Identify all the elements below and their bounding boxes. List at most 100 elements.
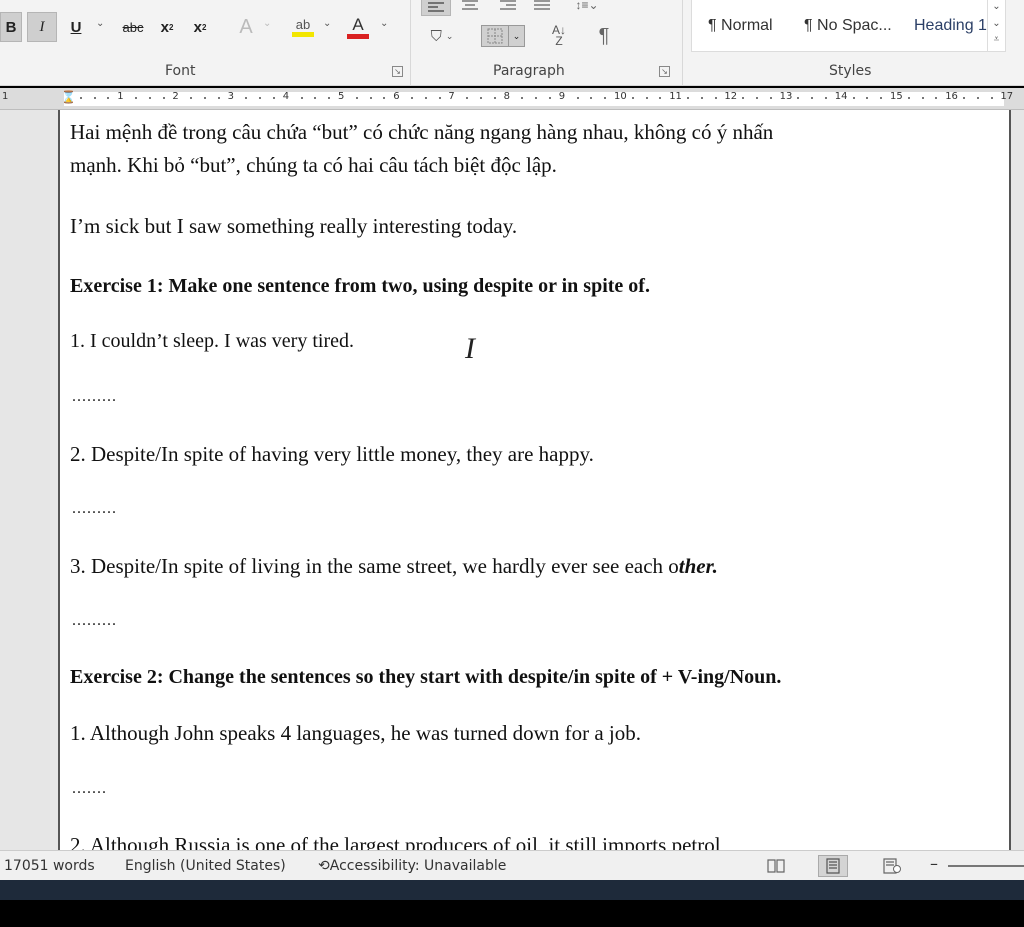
- font-dialog-launcher-icon[interactable]: ↘: [392, 66, 403, 77]
- ruler-text-area: [64, 92, 1004, 106]
- ruler-tick: [880, 97, 883, 99]
- ruler-tick: [300, 97, 303, 99]
- ruler-tick: [314, 97, 317, 99]
- ruler-tick: [438, 97, 441, 99]
- exercise-2-question-1: 1. Although John speaks 4 languages, he …: [70, 721, 641, 745]
- status-bar: 17051 words English (United States) ⟲Acc…: [0, 850, 1024, 880]
- ruler-tick: [797, 97, 800, 99]
- ruler-tick: [921, 97, 924, 99]
- underline-button[interactable]: U: [64, 12, 88, 42]
- justify-icon[interactable]: [529, 0, 555, 14]
- exercise-1-title: Exercise 1: Make one sentence from two, …: [70, 275, 650, 297]
- styles-group-label: Styles: [829, 63, 872, 79]
- highlight-color-swatch: [292, 31, 314, 37]
- font-color-swatch: [347, 33, 369, 39]
- ruler-tick: [990, 97, 993, 99]
- sort-icon[interactable]: A↓ Z: [545, 22, 573, 50]
- paragraph-dialog-launcher-icon[interactable]: ↘: [659, 66, 670, 77]
- zoom-slider[interactable]: [948, 865, 1024, 867]
- shading-icon[interactable]: ⛉ ⌄: [423, 22, 461, 50]
- ruler-tick: [355, 97, 358, 99]
- paragraph-1b: mạnh. Khi bỏ “but”, chúng ta có hai câu …: [70, 153, 557, 177]
- accessibility-icon: ⟲: [318, 858, 330, 874]
- ruler-tick: [162, 97, 165, 99]
- font-color-dropdown-icon[interactable]: ⌄: [380, 18, 388, 29]
- accessibility-status[interactable]: ⟲Accessibility: Unavailable: [318, 858, 506, 874]
- indent-marker-icon[interactable]: ⌛: [61, 90, 76, 104]
- ruler-tick: [576, 97, 579, 99]
- styles-scroll-down-icon[interactable]: ⌄: [988, 14, 1005, 34]
- ruler-number: 15: [890, 91, 903, 102]
- document-page[interactable]: Hai mệnh đề trong câu chứa “but” có chức…: [58, 110, 1011, 850]
- ruler-number: 17: [1000, 91, 1014, 102]
- document-area[interactable]: Hai mệnh đề trong câu chứa “but” có chức…: [0, 110, 1024, 850]
- ruler-tick: [521, 97, 524, 99]
- text-effects-dropdown-icon[interactable]: ⌄: [263, 18, 271, 29]
- ruler-tick: [424, 97, 427, 99]
- strikethrough-button[interactable]: abc: [116, 12, 150, 42]
- align-right-icon[interactable]: [495, 0, 521, 14]
- styles-more-icon[interactable]: ⩡: [988, 34, 1005, 50]
- ruler-tick: [190, 97, 193, 99]
- align-left-icon[interactable]: [421, 0, 451, 16]
- ruler-tick: [700, 97, 703, 99]
- ruler-tick: [480, 97, 482, 99]
- read-mode-icon[interactable]: [764, 855, 788, 877]
- text-effects-button[interactable]: A: [232, 12, 260, 42]
- ruler-tick: [107, 97, 110, 99]
- ruler-tick: [328, 97, 331, 99]
- highlight-dropdown-icon[interactable]: ⌄: [323, 18, 331, 29]
- font-group: B I U ⌄ abc x2 x2 A ⌄ ab ⌄ A ⌄ Font ↘: [0, 0, 410, 86]
- horizontal-ruler[interactable]: ⌛ 1 1 2 3 4 5 6 7 8 9 10 11 12 13 14 15 16 17: [0, 88, 1024, 110]
- align-center-icon[interactable]: [457, 0, 483, 14]
- ruler-number: 11: [669, 91, 682, 102]
- exercise-1-answer-2: .........: [72, 500, 117, 517]
- ruler-number: 13: [779, 91, 793, 102]
- language-indicator[interactable]: English (United States): [125, 858, 286, 874]
- font-color-button[interactable]: A: [342, 12, 374, 42]
- ruler-number: 14: [834, 91, 848, 102]
- web-layout-icon[interactable]: [880, 855, 904, 877]
- styles-group: ¶ Normal ¶ No Spac... Heading 1 ⌄ ⌄ ⩡ St…: [682, 0, 1024, 86]
- ruler-tick: [756, 97, 758, 99]
- ruler-tick: [811, 97, 814, 99]
- ruler-tick: [273, 97, 275, 99]
- style-no-spacing[interactable]: ¶ No Spac...: [804, 17, 892, 35]
- superscript-button[interactable]: x2: [186, 12, 214, 42]
- style-heading-1[interactable]: Heading 1: [914, 17, 987, 35]
- subscript-button[interactable]: x2: [154, 12, 180, 42]
- ruler-tick: [369, 97, 372, 99]
- taskbar: [0, 880, 1024, 900]
- ruler-tick: [631, 97, 634, 99]
- bold-button[interactable]: B: [0, 12, 22, 42]
- exercise-2-question-2: 2. Although Russia is one of the largest…: [70, 833, 721, 850]
- ruler-tick: [259, 97, 262, 99]
- exercise-1-question-2: 2. Despite/In spite of having very littl…: [70, 442, 594, 466]
- underline-dropdown-icon[interactable]: ⌄: [96, 18, 104, 29]
- ruler-tick: [714, 97, 717, 99]
- line-spacing-icon[interactable]: ↕≡⌄: [573, 0, 601, 14]
- word-count[interactable]: 17051 words: [4, 858, 95, 874]
- ruler-tick: [866, 97, 869, 99]
- zoom-out-icon[interactable]: –: [930, 854, 938, 873]
- ruler-number: 12: [724, 91, 738, 102]
- ruler-number: 5: [338, 91, 345, 102]
- ruler-tick: [976, 97, 979, 99]
- show-marks-button[interactable]: ¶: [591, 22, 617, 50]
- ruler-number: 7: [448, 91, 455, 102]
- ruler-tick: [217, 97, 220, 99]
- ruler-tick: [645, 97, 648, 99]
- print-layout-icon[interactable]: [818, 855, 848, 877]
- borders-icon[interactable]: ⌄: [477, 22, 529, 50]
- exercise-1-answer-3: .........: [72, 612, 117, 629]
- ruler-tick: [549, 97, 551, 99]
- styles-scroll-up-icon[interactable]: ⌄: [988, 0, 1005, 14]
- highlight-button[interactable]: ab: [286, 12, 320, 42]
- exercise-1-answer-1: .........: [72, 388, 117, 405]
- ruler-tick: [383, 97, 386, 99]
- paragraph-group: ↕≡⌄ ⛉ ⌄ ⌄ A↓ Z ¶ Paragraph ↘: [410, 0, 682, 86]
- italic-button[interactable]: I: [27, 12, 57, 42]
- style-normal[interactable]: ¶ Normal: [708, 17, 773, 35]
- ruler-number: 16: [945, 91, 958, 102]
- styles-scroll: ⌄ ⌄ ⩡: [987, 0, 1005, 52]
